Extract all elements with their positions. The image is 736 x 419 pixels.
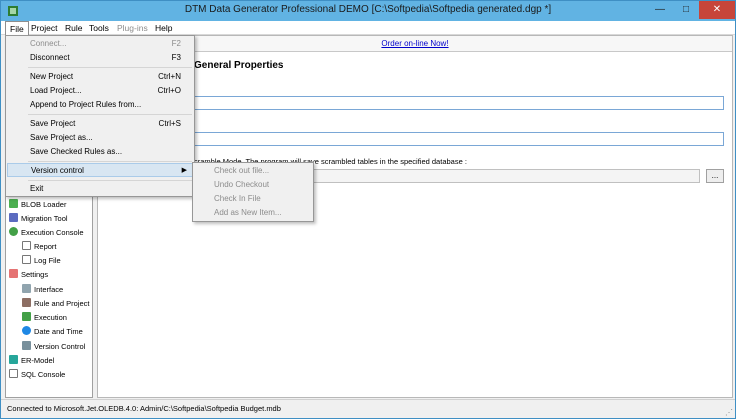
submenu-arrow-icon: ▶	[181, 167, 187, 174]
version-control-icon	[22, 341, 31, 350]
tree-item-interface[interactable]: Interface	[22, 283, 63, 296]
menu-item-exit[interactable]: Exit	[7, 182, 193, 196]
tree-item-settings[interactable]: Settings	[9, 268, 48, 281]
menu-item-undo-checkout[interactable]: Undo Checkout	[194, 178, 312, 192]
report-icon	[22, 241, 31, 250]
app-window: DTM Data Generator Professional DEMO [C:…	[0, 0, 736, 419]
tree-item-migration-tool[interactable]: Migration Tool	[9, 212, 68, 225]
log-file-icon	[22, 255, 31, 264]
version-control-submenu: Check out file... Undo Checkout Check In…	[192, 162, 314, 222]
menu-item-connect[interactable]: Connect... F2	[7, 37, 193, 51]
rule-icon	[22, 298, 31, 307]
menu-item-check-in-file[interactable]: Check In File	[194, 192, 312, 206]
migration-icon	[9, 213, 18, 222]
settings-icon	[9, 269, 18, 278]
status-text: Connected to Microsoft.Jet.OLEDB.4.0: Ad…	[7, 404, 281, 413]
menu-separator	[28, 180, 192, 181]
menu-item-save-checked-rules[interactable]: Save Checked Rules as...	[7, 145, 193, 159]
section-title: General Properties	[194, 60, 284, 71]
maximize-button[interactable]: □	[673, 1, 699, 19]
menu-item-new-project[interactable]: New Project Ctrl+N	[7, 70, 193, 84]
menu-separator	[28, 114, 192, 115]
menu-item-version-control[interactable]: Version control ▶	[7, 163, 193, 177]
clock-icon	[22, 326, 31, 335]
blob-icon	[9, 199, 18, 208]
tree-item-report[interactable]: Report	[22, 240, 57, 253]
browse-button[interactable]: ...	[706, 169, 724, 183]
menu-bar: File Project Rule Tools Plug-ins Help	[1, 21, 735, 36]
menu-item-check-out-file[interactable]: Check out file...	[194, 164, 312, 178]
interface-icon	[22, 284, 31, 293]
menu-plugins[interactable]: Plug-ins	[113, 21, 152, 35]
resize-grip-icon[interactable]: ⋰	[725, 408, 733, 417]
tree-item-log-file[interactable]: Log File	[22, 254, 61, 267]
menu-item-load-project[interactable]: Load Project... Ctrl+O	[7, 84, 193, 98]
menu-help[interactable]: Help	[151, 21, 176, 35]
tree-item-er-model[interactable]: ER-Model	[9, 354, 54, 367]
sql-console-icon	[9, 369, 18, 378]
menu-rule[interactable]: Rule	[61, 21, 86, 35]
menu-file[interactable]: File	[5, 21, 29, 36]
menu-project[interactable]: Project	[27, 21, 61, 35]
tree-item-sql-console[interactable]: SQL Console	[9, 368, 65, 381]
menu-item-disconnect[interactable]: Disconnect F3	[7, 51, 193, 65]
menu-separator	[28, 161, 192, 162]
status-bar: Connected to Microsoft.Jet.OLEDB.4.0: Ad…	[1, 399, 735, 418]
menu-separator	[28, 67, 192, 68]
property-field-2[interactable]	[194, 132, 724, 146]
file-menu-dropdown: Connect... F2 Disconnect F3 New Project Ctr…	[5, 35, 195, 197]
menu-item-save-project-as[interactable]: Save Project as...	[7, 131, 193, 145]
menu-item-add-new-item[interactable]: Add as New Item...	[194, 206, 312, 220]
close-button[interactable]: ✕	[699, 1, 735, 19]
er-model-icon	[9, 355, 18, 364]
menu-item-save-project[interactable]: Save Project Ctrl+S	[7, 117, 193, 131]
tree-item-execution[interactable]: Execution	[22, 311, 67, 324]
tree-item-execution-console[interactable]: Execution Console	[9, 226, 84, 239]
tree-item-date-and-time[interactable]: Date and Time	[22, 325, 83, 338]
title-bar: DTM Data Generator Professional DEMO [C:…	[1, 1, 735, 21]
execution-icon	[22, 312, 31, 321]
play-icon	[9, 227, 18, 236]
tree-item-blob-loader[interactable]: BLOB Loader	[9, 198, 66, 211]
tree-item-version-control[interactable]: Version Control	[22, 340, 85, 353]
menu-item-append-rules[interactable]: Append to Project Rules from...	[7, 98, 193, 112]
menu-tools[interactable]: Tools	[85, 21, 113, 35]
property-field-1[interactable]	[194, 96, 724, 110]
tree-item-rule-and-project[interactable]: Rule and Project	[22, 297, 89, 310]
window-title: DTM Data Generator Professional DEMO [C:…	[184, 4, 552, 15]
minimize-button[interactable]: —	[647, 1, 673, 19]
